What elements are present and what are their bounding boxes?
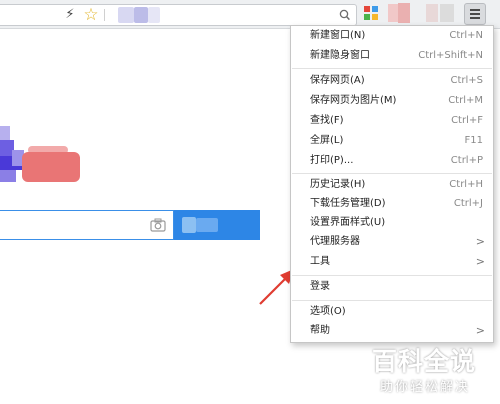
- menu-item-shortcut: Ctrl+S: [450, 75, 483, 86]
- menu-item-label: 全屏(L): [310, 135, 344, 146]
- menu-item-save-page[interactable]: 保存网页(A) Ctrl+S: [291, 71, 493, 91]
- chevron-right-icon: >: [475, 235, 485, 248]
- menu-item-shortcut: Ctrl+H: [449, 179, 483, 190]
- browser-main-menu: 新建窗口(N) Ctrl+N 新建隐身窗口 Ctrl+Shift+N 保存网页(…: [290, 25, 494, 343]
- watermark-subtitle: 助你轻松解决: [380, 380, 471, 395]
- menu-item-shortcut: Ctrl+F: [451, 115, 483, 126]
- watermark: 百科全说 助你轻松解决: [366, 340, 500, 404]
- menu-divider: [292, 300, 492, 301]
- menu-item-options[interactable]: 选项(O): [291, 302, 493, 322]
- menu-item-new-window[interactable]: 新建窗口(N) Ctrl+N: [291, 26, 493, 46]
- menu-item-print[interactable]: 打印(P)... Ctrl+P: [291, 151, 493, 171]
- menu-item-label: 保存网页为图片(M): [310, 95, 397, 106]
- menu-item-history[interactable]: 历史记录(H) Ctrl+H: [291, 175, 493, 195]
- camera-icon[interactable]: [150, 218, 166, 232]
- menu-item-label: 设置界面样式(U): [310, 217, 386, 228]
- search-icon[interactable]: [338, 7, 352, 23]
- lightning-icon[interactable]: ⚡: [64, 7, 76, 23]
- menu-item-shortcut: Ctrl+P: [450, 155, 483, 166]
- blurred-extension-icon[interactable]: [440, 4, 454, 22]
- chevron-right-icon: >: [475, 324, 485, 337]
- menu-item-label: 历史记录(H): [310, 179, 366, 190]
- menu-item-interface-style[interactable]: 设置界面样式(U): [291, 213, 493, 233]
- menu-item-login[interactable]: 登录: [291, 277, 493, 297]
- menu-item-label: 登录: [310, 281, 330, 292]
- menu-item-label: 新建隐身窗口: [310, 50, 370, 61]
- menu-item-save-page-as-image[interactable]: 保存网页为图片(M) Ctrl+M: [291, 91, 493, 111]
- menu-item-shortcut: Ctrl+N: [449, 30, 483, 41]
- menu-item-shortcut: F11: [464, 135, 483, 146]
- blurred-extension-icon[interactable]: [388, 4, 398, 22]
- menu-item-label: 新建窗口(N): [310, 30, 366, 41]
- menu-icon-line: [470, 13, 480, 15]
- menu-item-label: 选项(O): [310, 306, 346, 317]
- menu-item-label: 帮助: [310, 325, 330, 336]
- blurred-extension-icon[interactable]: [426, 4, 438, 22]
- menu-divider: [292, 68, 492, 69]
- blurred-logo-part: [22, 152, 80, 182]
- address-bar[interactable]: ⚡ ☆: [0, 4, 357, 26]
- menu-item-label: 下载任务管理(D): [310, 198, 386, 209]
- blurred-button-label: [196, 218, 218, 232]
- menu-item-find[interactable]: 查找(F) Ctrl+F: [291, 111, 493, 131]
- menu-item-help[interactable]: 帮助 >: [291, 321, 493, 341]
- menu-item-download-manager[interactable]: 下载任务管理(D) Ctrl+J: [291, 194, 493, 214]
- blurred-button-label: [182, 217, 196, 233]
- search-input[interactable]: [0, 210, 174, 240]
- menu-item-label: 工具: [310, 256, 330, 267]
- chevron-right-icon: >: [475, 255, 485, 268]
- menu-item-label: 保存网页(A): [310, 75, 365, 86]
- menu-item-label: 查找(F): [310, 115, 344, 126]
- blurred-logo-part: [0, 170, 16, 182]
- menu-item-proxy-server[interactable]: 代理服务器 >: [291, 232, 493, 252]
- search-button[interactable]: [174, 210, 260, 240]
- address-divider: [104, 9, 105, 21]
- menu-icon: [470, 9, 480, 11]
- menu-item-label: 打印(P)...: [310, 155, 354, 166]
- blurred-url-text: [118, 7, 134, 23]
- blurred-url-text: [134, 7, 148, 23]
- menu-divider: [292, 173, 492, 174]
- blurred-url-text: [148, 7, 160, 23]
- blurred-extension-icon[interactable]: [398, 3, 410, 23]
- menu-item-shortcut: Ctrl+J: [453, 198, 483, 209]
- blurred-logo-part: [0, 126, 10, 140]
- menu-button[interactable]: [464, 3, 486, 25]
- menu-divider: [292, 275, 492, 276]
- menu-item-label: 代理服务器: [310, 236, 360, 247]
- star-icon[interactable]: ☆: [82, 6, 100, 24]
- menu-item-shortcut: Ctrl+Shift+N: [418, 50, 483, 61]
- apps-icon[interactable]: [364, 6, 378, 20]
- menu-item-new-incognito-window[interactable]: 新建隐身窗口 Ctrl+Shift+N: [291, 46, 493, 66]
- menu-item-tools[interactable]: 工具 >: [291, 252, 493, 272]
- menu-item-shortcut: Ctrl+M: [448, 95, 483, 106]
- menu-item-fullscreen[interactable]: 全屏(L) F11: [291, 131, 493, 151]
- watermark-title: 百科全说: [372, 347, 477, 376]
- menu-icon-line: [470, 17, 480, 19]
